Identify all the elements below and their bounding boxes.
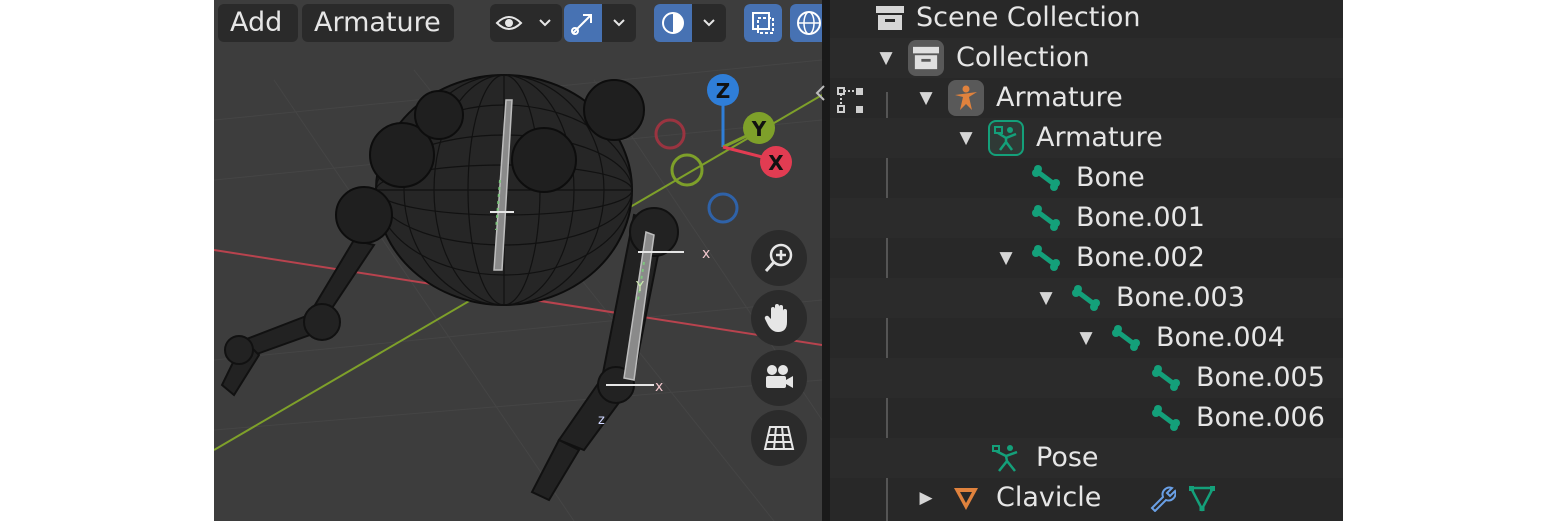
outliner-row-armature-object[interactable]: ▼ Armature (830, 78, 1343, 118)
outliner-row-bone-006[interactable]: Bone.006 (830, 398, 1343, 438)
gizmo-neg-z (707, 192, 739, 224)
bone-icon (1068, 280, 1104, 316)
expand-triangle-down-icon[interactable]: ▼ (956, 118, 976, 158)
wireframe-sphere-icon[interactable] (790, 4, 822, 42)
expand-triangle-down-icon[interactable]: ▼ (1036, 278, 1056, 318)
expand-triangle-down-icon[interactable]: ▼ (996, 238, 1016, 278)
expand-triangle-down-icon[interactable]: ▼ (916, 78, 936, 118)
pan-button[interactable] (751, 290, 807, 346)
outliner-row-bone-002[interactable]: ▼ Bone.002 (830, 238, 1343, 278)
armature-data-icon (988, 120, 1024, 156)
overlay-toggle-group[interactable] (654, 4, 726, 42)
ortho-toggle-button[interactable] (751, 410, 807, 466)
row-label: Bone.003 (1116, 282, 1245, 313)
outliner-row-scene-collection[interactable]: Scene Collection (830, 0, 1343, 38)
row-label: Scene Collection (916, 2, 1141, 33)
zoom-button[interactable] (751, 230, 807, 286)
shading-wireframe-button[interactable] (790, 4, 822, 42)
overlay-icon[interactable] (654, 4, 692, 42)
blender-window: x x Y z Z Y X Add Armature Scene Collect… (214, 0, 1343, 521)
bone-icon (1028, 200, 1064, 236)
row-label: Armature (1036, 122, 1163, 153)
expand-triangle-right-icon[interactable]: ▶ (916, 478, 936, 518)
row-label: Bone.002 (1076, 242, 1205, 273)
row-label: Pose (1036, 442, 1099, 473)
outliner-row-clavicle[interactable]: ▶ Clavicle (830, 478, 1343, 518)
chevron-down-icon (528, 4, 562, 42)
gizmo-neg-y (670, 153, 704, 187)
expand-triangle-down-icon[interactable]: ▼ (1076, 318, 1096, 358)
chevron-down-icon[interactable] (602, 4, 636, 42)
view-object-types-dropdown[interactable] (490, 4, 562, 42)
3d-viewport[interactable]: x x Y z Z Y X Add Armature (214, 0, 822, 521)
bone-icon (1148, 360, 1184, 396)
eye-icon (490, 4, 528, 42)
row-label: Armature (996, 82, 1123, 113)
row-label: Bone.005 (1196, 362, 1325, 393)
gizmo-y-label: Y (751, 117, 767, 141)
bone-marker-z: z (598, 413, 605, 428)
outliner-row-bone-003[interactable]: ▼ Bone.003 (830, 278, 1343, 318)
outliner-row-collection[interactable]: ▼ Collection (830, 38, 1343, 78)
grid-ortho-icon (763, 426, 795, 450)
gizmo-toggle-group[interactable] (564, 4, 636, 42)
outliner-row-bone[interactable]: Bone (830, 158, 1343, 198)
row-label: Clavicle (996, 482, 1102, 513)
bone-icon (1148, 400, 1184, 436)
row-label: Bone.006 (1196, 402, 1325, 433)
outliner-row-bone-001[interactable]: Bone.001 (830, 198, 1343, 238)
transform-gizmo-icon[interactable] (564, 4, 602, 42)
bone-marker-x: x (702, 246, 710, 262)
gizmo-z-label: Z (716, 79, 731, 103)
armature-object-icon (948, 80, 984, 116)
mesh-data-icon[interactable] (1184, 480, 1220, 516)
wrench-icon[interactable] (1144, 480, 1180, 516)
camera-view-button[interactable] (751, 350, 807, 406)
bone-marker-y: Y (635, 280, 644, 295)
row-label: Collection (956, 42, 1090, 73)
gizmo-x-label: X (768, 151, 784, 175)
bone-marker-x2: x (655, 379, 663, 395)
viewport-scene: x x Y z Z Y X (214, 59, 822, 521)
xray-icon[interactable] (744, 4, 782, 42)
outliner-row-bone-004[interactable]: ▼ Bone.004 (830, 318, 1343, 358)
chevron-down-icon[interactable] (692, 4, 726, 42)
bone-icon (1028, 160, 1064, 196)
zoom-icon (764, 243, 793, 272)
row-label: Bone.004 (1156, 322, 1285, 353)
row-label: Bone.001 (1076, 202, 1205, 233)
hand-pan-icon (764, 304, 787, 332)
xray-toggle[interactable] (744, 4, 782, 42)
armature-menu-button[interactable]: Armature (302, 4, 454, 42)
chevron-left-icon (815, 85, 825, 101)
row-label: Bone (1076, 162, 1145, 193)
camera-icon (766, 365, 793, 388)
area-divider[interactable] (815, 0, 830, 521)
collection-icon (872, 0, 908, 36)
pose-icon (988, 440, 1024, 476)
outliner-row-armature-data[interactable]: ▼ Armature (830, 118, 1343, 158)
bone-icon (1108, 320, 1144, 356)
outliner-row-bone-005[interactable]: Bone.005 (830, 358, 1343, 398)
collection-icon (908, 40, 944, 76)
mesh-object-icon (948, 480, 984, 516)
add-menu-button[interactable]: Add (218, 4, 298, 42)
expand-triangle-down-icon[interactable]: ▼ (876, 38, 896, 78)
bone-icon (1028, 240, 1064, 276)
outliner-panel[interactable]: Scene Collection ▼ Collection ▼ Armature… (830, 0, 1343, 521)
outliner-row-pose[interactable]: Pose (830, 438, 1343, 478)
